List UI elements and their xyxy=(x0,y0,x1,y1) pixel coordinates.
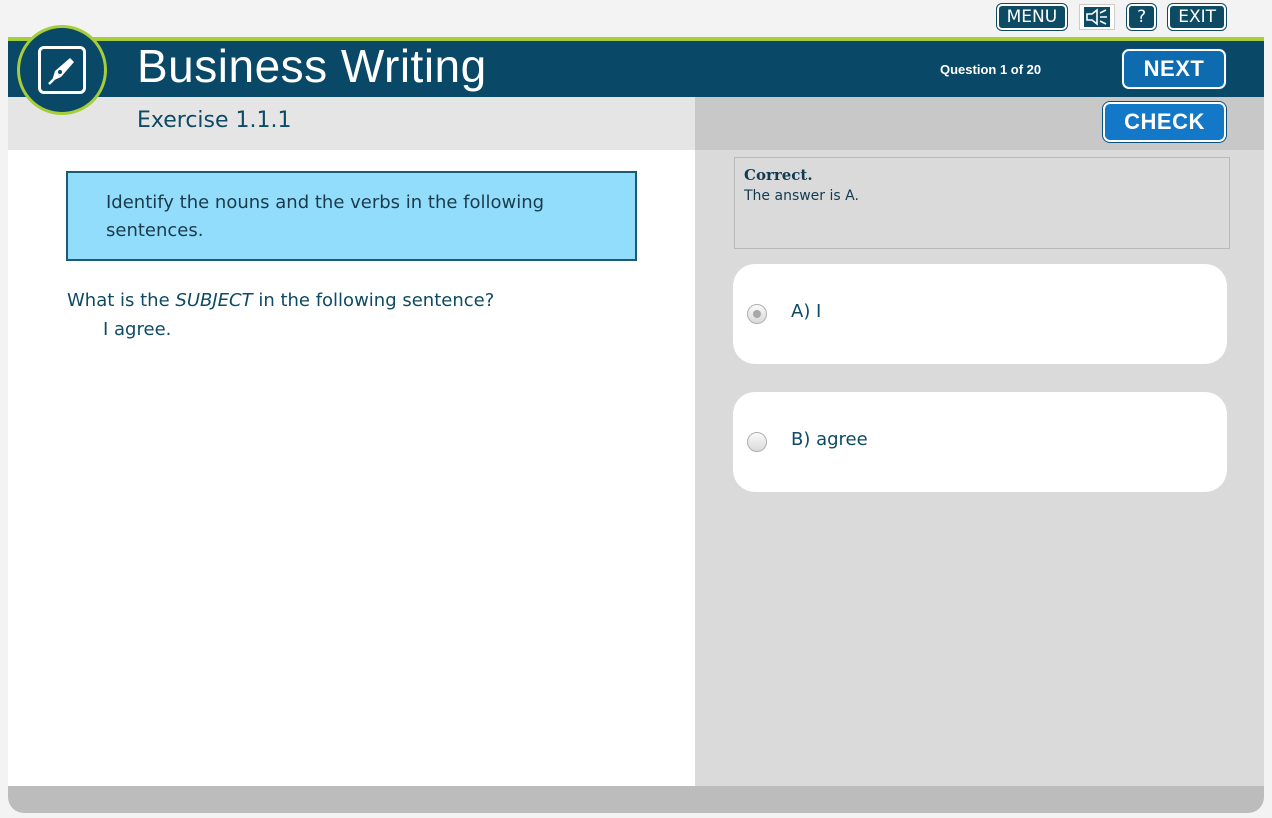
question-counter: Question 1 of 20 xyxy=(940,62,1042,77)
answer-option-b[interactable]: B) agree xyxy=(733,392,1227,492)
menu-button[interactable]: MENU xyxy=(995,3,1069,31)
footer-bar xyxy=(8,786,1264,813)
option-label-b: B) agree xyxy=(791,428,868,450)
question-suffix: in the following sentence? xyxy=(252,290,495,311)
sound-toggle-button[interactable] xyxy=(1079,4,1116,30)
option-label-a: A) I xyxy=(791,300,822,322)
pen-nib-icon xyxy=(38,46,86,94)
question-emphasis: SUBJECT xyxy=(175,290,253,311)
radio-button-b[interactable] xyxy=(747,432,767,452)
utility-toolbar: MENU ? EXIT xyxy=(995,3,1227,31)
exercise-title: Exercise 1.1.1 xyxy=(137,108,292,133)
course-logo xyxy=(17,25,107,115)
app-title: Business Writing xyxy=(137,40,487,92)
feedback-title: Correct. xyxy=(744,166,813,184)
answer-option-a[interactable]: A) I xyxy=(733,264,1227,364)
question-prefix: What is the xyxy=(67,290,176,311)
radio-selected-dot xyxy=(753,310,761,318)
radio-button-a[interactable] xyxy=(747,304,767,324)
help-button[interactable]: ? xyxy=(1126,3,1158,31)
question-text: What is the SUBJECT in the following sen… xyxy=(67,287,494,315)
check-button[interactable]: CHECK xyxy=(1103,102,1226,142)
instructions-text: Identify the nouns and the verbs in the … xyxy=(106,192,545,241)
feedback-text: The answer is A. xyxy=(744,188,859,204)
instructions-box: Identify the nouns and the verbs in the … xyxy=(66,171,637,261)
feedback-box: Correct. The answer is A. xyxy=(734,157,1230,249)
next-button[interactable]: NEXT xyxy=(1122,49,1226,89)
exercise-header-left xyxy=(8,97,695,150)
speaker-mute-icon xyxy=(1084,7,1111,27)
exit-button[interactable]: EXIT xyxy=(1167,3,1227,31)
question-sentence: I agree. xyxy=(103,319,172,340)
